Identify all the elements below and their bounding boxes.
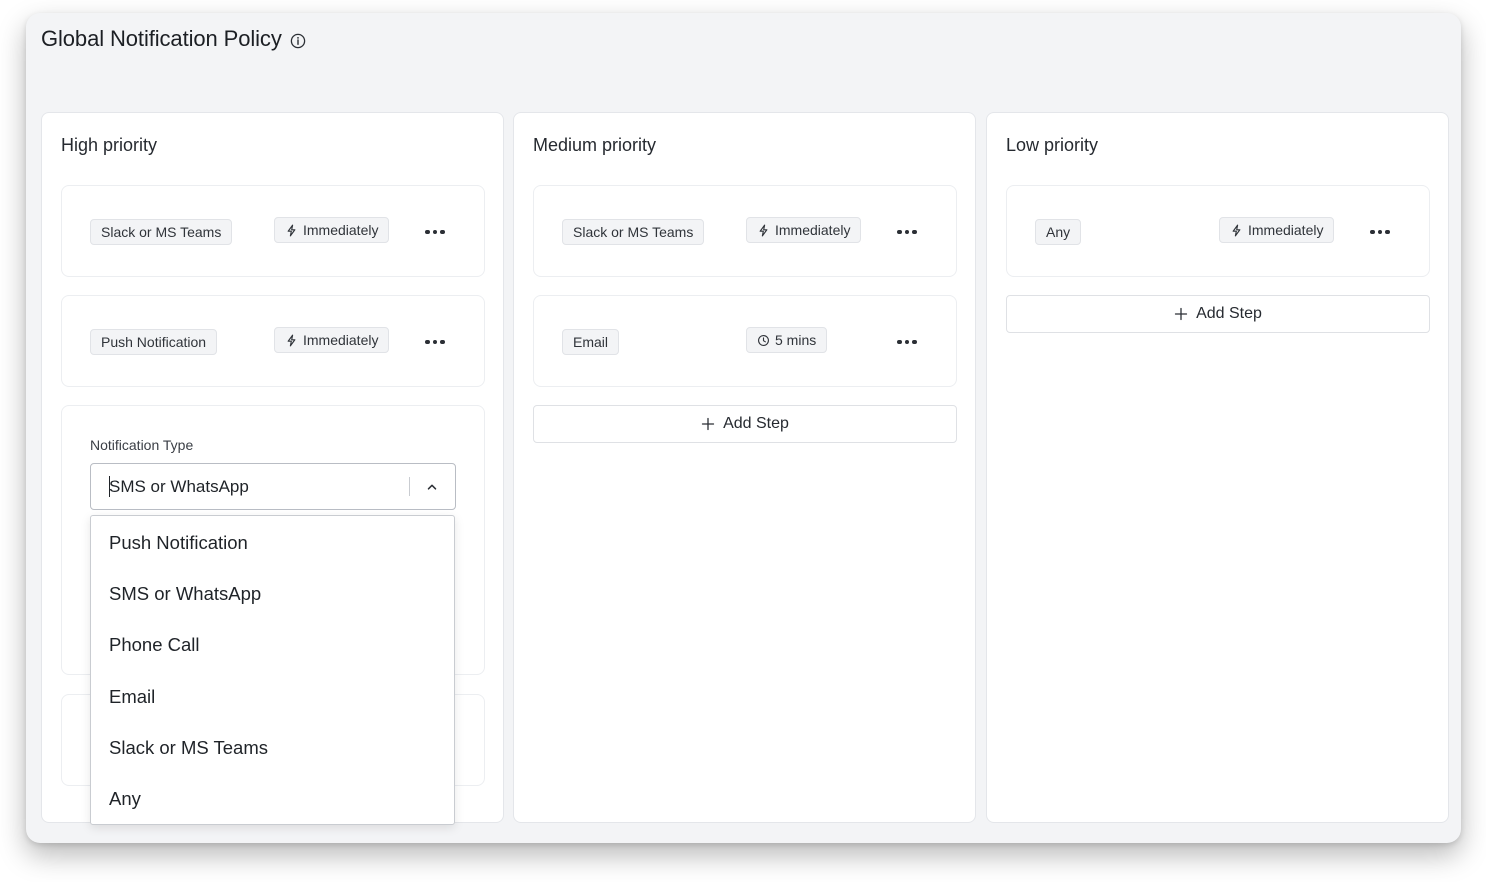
- timing-label: Immediately: [303, 332, 379, 348]
- notification-type-label: Notification Type: [90, 437, 194, 453]
- notification-type-dropdown: Push Notification SMS or WhatsApp Phone …: [90, 515, 455, 825]
- channel-tag: Email: [562, 329, 620, 355]
- lightning-icon: [287, 224, 296, 236]
- plus-icon: [1174, 307, 1188, 321]
- add-step-label: Add Step: [723, 415, 789, 432]
- timing-label: Immediately: [775, 222, 851, 238]
- add-step-button[interactable]: Add Step: [1006, 295, 1430, 333]
- channel-tag: Slack or MS Teams: [562, 219, 705, 245]
- timing-label: 5 mins: [775, 332, 817, 348]
- chevron-up-icon[interactable]: [425, 480, 439, 494]
- more-options-icon[interactable]: [422, 332, 448, 352]
- dropdown-option-sms-whatsapp[interactable]: SMS or WhatsApp: [91, 572, 454, 616]
- timing-badge: Immediately: [274, 217, 390, 243]
- more-options-icon[interactable]: [422, 222, 448, 242]
- clock-icon: [758, 334, 769, 346]
- dropdown-option-push-notification[interactable]: Push Notification: [91, 521, 454, 565]
- timing-badge: Immediately: [746, 217, 862, 243]
- info-icon[interactable]: [290, 33, 306, 49]
- select-value[interactable]: SMS or WhatsApp: [109, 477, 249, 497]
- column-title: High priority: [61, 135, 158, 155]
- timing-label: Immediately: [1248, 222, 1324, 238]
- step-card[interactable]: Slack or MS Teams Immediately: [533, 185, 957, 277]
- page-title-text: Global Notification Policy: [41, 26, 282, 51]
- plus-icon: [701, 417, 715, 431]
- notification-type-select[interactable]: SMS or WhatsApp: [90, 463, 456, 510]
- dropdown-option-slack-ms-teams[interactable]: Slack or MS Teams: [91, 726, 454, 770]
- more-options-icon[interactable]: [1367, 222, 1393, 242]
- select-divider: [409, 477, 410, 496]
- channel-tag: Any: [1035, 219, 1082, 245]
- column-title: Medium priority: [533, 135, 657, 155]
- column-title: Low priority: [1006, 135, 1099, 155]
- step-card[interactable]: Push Notification Immediately: [61, 295, 485, 387]
- timing-badge: Immediately: [274, 327, 390, 353]
- column-low-priority: Low priority Any Immediately Add Step: [986, 112, 1449, 823]
- dropdown-option-any[interactable]: Any: [91, 777, 454, 821]
- add-step-button[interactable]: Add Step: [533, 405, 957, 443]
- step-card[interactable]: Email 5 mins: [533, 295, 957, 387]
- timing-label: Immediately: [303, 222, 379, 238]
- timing-badge: Immediately: [1219, 217, 1335, 243]
- column-medium-priority: Medium priority Slack or MS Teams Immedi…: [513, 112, 976, 823]
- lightning-icon: [287, 334, 296, 346]
- dropdown-option-email[interactable]: Email: [91, 675, 454, 719]
- more-options-icon[interactable]: [894, 222, 920, 242]
- dropdown-option-phone-call[interactable]: Phone Call: [91, 623, 454, 667]
- channel-tag: Slack or MS Teams: [90, 219, 233, 245]
- step-card[interactable]: Any Immediately: [1006, 185, 1430, 277]
- timing-badge: 5 mins: [746, 327, 828, 353]
- channel-tag: Push Notification: [90, 329, 218, 355]
- add-step-label: Add Step: [1196, 305, 1262, 322]
- more-options-icon[interactable]: [894, 332, 920, 352]
- step-card[interactable]: Slack or MS Teams Immediately: [61, 185, 485, 277]
- lightning-icon: [1232, 224, 1241, 236]
- page-title: Global Notification Policy: [41, 26, 306, 52]
- lightning-icon: [759, 224, 768, 236]
